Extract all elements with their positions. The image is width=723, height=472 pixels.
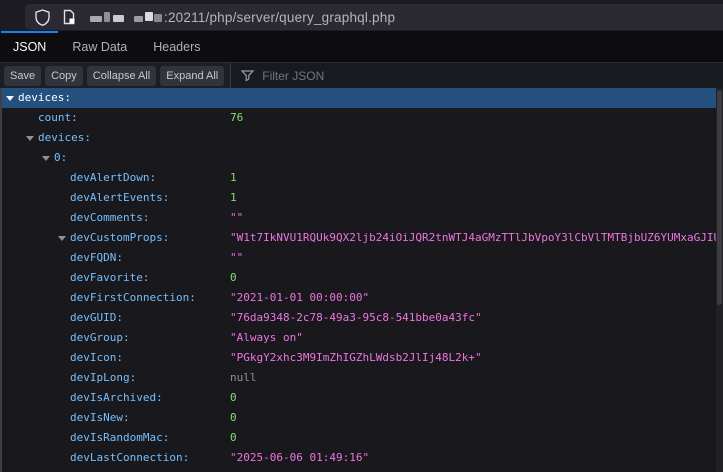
json-key: devIsRandomMac: (70, 428, 169, 448)
tree-row[interactable]: devAlertDown: 1 (2, 168, 716, 188)
tree-row[interactable]: devIcon: "PGkgY2xhc3M9ImZhIGZhLWdsb2JlIj4… (2, 348, 716, 368)
json-key: devIsNew: (70, 408, 130, 428)
json-key: 0: (54, 148, 67, 168)
json-value: 0 (230, 408, 237, 428)
browser-toolbar: :20211/php/server/query_graphql.php (0, 0, 723, 31)
json-value: null (230, 368, 257, 388)
viewer-tab-bar: JSON Raw Data Headers (0, 31, 723, 62)
json-key: devLastConnection: (70, 448, 189, 468)
json-key: devCustomProps: (70, 228, 169, 248)
browser-window: :20211/php/server/query_graphql.php JSON… (0, 0, 723, 472)
save-button[interactable]: Save (4, 66, 41, 86)
json-key: devFavorite: (70, 268, 149, 288)
json-key: devGUID: (70, 308, 123, 328)
tab-raw-data-label: Raw Data (72, 40, 127, 54)
json-value: 0 (230, 428, 237, 448)
json-value: 76 (230, 108, 243, 128)
tree-row[interactable]: count: 76 (2, 108, 716, 128)
json-value: 1 (230, 188, 237, 208)
json-value: 1 (230, 168, 237, 188)
collapse-all-button[interactable]: Collapse All (87, 66, 156, 86)
twisty-expanded-icon[interactable] (42, 156, 50, 161)
tab-raw-data[interactable]: Raw Data (59, 31, 140, 62)
tree-row[interactable]: devIsRandomMac: 0 (2, 428, 716, 448)
json-key: devIsArchived: (70, 388, 163, 408)
json-value: "" (230, 208, 243, 228)
twisty-expanded-icon[interactable] (58, 236, 66, 241)
tree-row[interactable]: devCustomProps: "W1t7IkNVU1RQUk9QX2ljb24i… (2, 228, 716, 248)
json-key: devGroup: (70, 328, 130, 348)
json-key: devices: (18, 88, 71, 108)
tree-row[interactable]: devFQDN: "" (2, 248, 716, 268)
copy-button[interactable]: Copy (45, 66, 83, 86)
tab-headers-label: Headers (153, 40, 200, 54)
tree-row[interactable]: devIsArchived: 0 (2, 388, 716, 408)
tree-row[interactable]: devices: (2, 88, 716, 108)
redacted-host (90, 12, 162, 22)
json-key: devFQDN: (70, 248, 123, 268)
tree-row[interactable]: devLastConnection: "2025-06-06 01:49:16" (2, 448, 716, 468)
json-value: "" (230, 248, 243, 268)
json-key: devIpLong: (70, 368, 136, 388)
json-value: "W1t7IkNVU1RQUk9QX2ljb24iOiJQR2tnWTJ4aGM… (230, 228, 716, 248)
tab-json-label: JSON (13, 40, 46, 54)
tree-row[interactable]: 0: (2, 148, 716, 168)
json-key: devAlertEvents: (70, 188, 169, 208)
tree-row[interactable]: devFirstConnection: "2021-01-01 00:00:00" (2, 288, 716, 308)
tree-row[interactable]: devGUID: "76da9348-2c78-49a3-95c8-541bbe0… (2, 308, 716, 328)
twisty-expanded-icon[interactable] (6, 96, 14, 101)
json-toolbar: Save Copy Collapse All Expand All (0, 62, 723, 88)
tab-json[interactable]: JSON (0, 31, 59, 62)
scrollbar-thumb[interactable] (717, 90, 722, 305)
json-key: count: (38, 108, 78, 128)
tree-row[interactable]: devFavorite: 0 (2, 268, 716, 288)
json-key: devIcon: (70, 348, 123, 368)
tree-row[interactable]: devIsNew: 0 (2, 408, 716, 428)
json-value: 0 (230, 268, 237, 288)
url-bar[interactable]: :20211/php/server/query_graphql.php (25, 4, 723, 30)
active-tab-indicator (1, 31, 58, 33)
json-tree: devices:count:76devices:0:devAlertDown:1… (2, 88, 716, 472)
url-text[interactable]: :20211/php/server/query_graphql.php (164, 10, 395, 25)
tree-row[interactable]: devIpLong: null (2, 368, 716, 388)
filter-json-container (230, 63, 723, 88)
tab-headers[interactable]: Headers (140, 31, 213, 62)
tree-row[interactable]: devGroup: "Always on" (2, 328, 716, 348)
twisty-expanded-icon[interactable] (26, 136, 34, 141)
json-value: 0 (230, 388, 237, 408)
expand-all-button[interactable]: Expand All (160, 66, 224, 86)
tree-row[interactable]: devAlertEvents: 1 (2, 188, 716, 208)
shield-icon[interactable] (35, 9, 50, 26)
json-key: devComments: (70, 208, 149, 228)
json-value: "Always on" (230, 328, 303, 348)
tree-row[interactable]: devComments: "" (2, 208, 716, 228)
json-value: "76da9348-2c78-49a3-95c8-541bbe0a43fc" (230, 308, 482, 328)
filter-funnel-icon (241, 70, 254, 82)
json-value: "2021-01-01 00:00:00" (230, 288, 369, 308)
json-key: devFirstConnection: (70, 288, 196, 308)
vertical-scrollbar[interactable] (716, 88, 723, 472)
filter-json-input[interactable] (262, 69, 462, 83)
json-value: "PGkgY2xhc3M9ImZhIGZhLWdsb2JlIj48L2k+" (230, 348, 482, 368)
json-key: devices: (38, 128, 91, 148)
json-key: devAlertDown: (70, 168, 156, 188)
left-gutter (0, 88, 2, 472)
json-value: "2025-06-06 01:49:16" (230, 448, 369, 468)
page-info-icon[interactable] (62, 9, 76, 25)
tree-row[interactable]: devices: (2, 128, 716, 148)
